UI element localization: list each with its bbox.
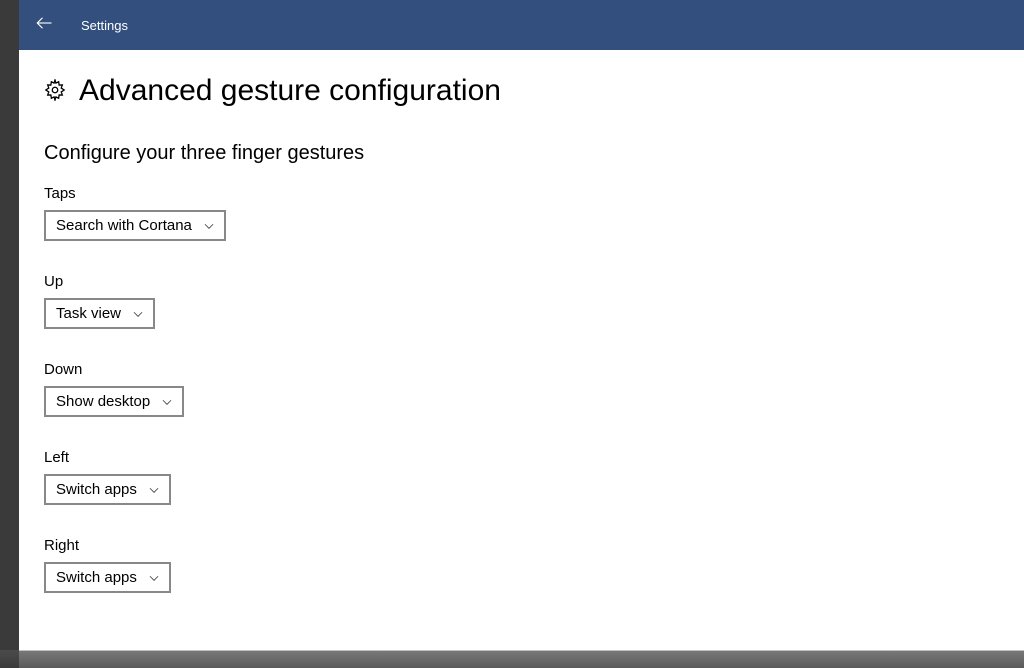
chevron-down-icon (147, 571, 161, 585)
page-header: Advanced gesture configuration (44, 74, 1024, 108)
titlebar-app-label: Settings (81, 18, 128, 33)
left-background-strip (0, 0, 19, 668)
label-right: Right (44, 537, 1024, 554)
label-left: Left (44, 449, 1024, 466)
titlebar: Settings (19, 0, 1024, 50)
field-up: Up Task view (44, 273, 1024, 329)
back-button[interactable] (19, 0, 69, 50)
dropdown-left-value: Switch apps (56, 481, 137, 498)
dropdown-up[interactable]: Task view (44, 298, 155, 329)
label-down: Down (44, 361, 1024, 378)
field-taps: Taps Search with Cortana (44, 185, 1024, 241)
chevron-down-icon (131, 307, 145, 321)
label-taps: Taps (44, 185, 1024, 202)
dropdown-down[interactable]: Show desktop (44, 386, 184, 417)
chevron-down-icon (160, 395, 174, 409)
content-area: Advanced gesture configuration Configure… (19, 50, 1024, 651)
label-up: Up (44, 273, 1024, 290)
dropdown-up-value: Task view (56, 305, 121, 322)
chevron-down-icon (147, 483, 161, 497)
section-heading: Configure your three finger gestures (44, 142, 1024, 165)
dropdown-down-value: Show desktop (56, 393, 150, 410)
bottom-background (0, 650, 1024, 668)
dropdown-right[interactable]: Switch apps (44, 562, 171, 593)
field-right: Right Switch apps (44, 537, 1024, 593)
field-down: Down Show desktop (44, 361, 1024, 417)
page-title: Advanced gesture configuration (79, 74, 501, 108)
dropdown-taps[interactable]: Search with Cortana (44, 210, 226, 241)
dropdown-left[interactable]: Switch apps (44, 474, 171, 505)
dropdown-taps-value: Search with Cortana (56, 217, 192, 234)
gear-icon (44, 79, 66, 106)
back-arrow-icon (35, 14, 53, 37)
chevron-down-icon (202, 219, 216, 233)
settings-window: Settings Advanced gesture configuration … (19, 0, 1024, 651)
field-left: Left Switch apps (44, 449, 1024, 505)
dropdown-right-value: Switch apps (56, 569, 137, 586)
